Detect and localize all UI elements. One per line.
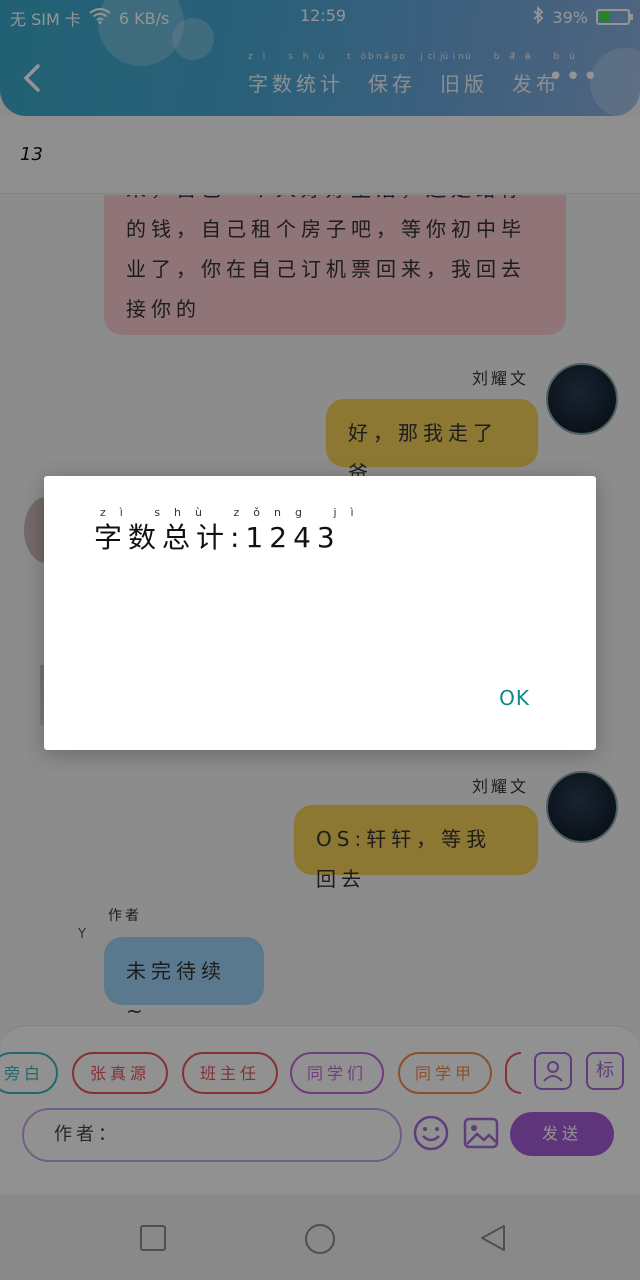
word-count-dialog: zì shù zǒng jì 字数总计:1243 OK — [44, 476, 596, 750]
word-count-result-pinyin: zì shù zǒng jì — [100, 506, 368, 519]
word-count-result-text: 字数总计:1243 — [94, 521, 341, 554]
word-count-result: zì shù zǒng jì 字数总计:1243 — [94, 506, 354, 556]
ok-button[interactable]: OK — [499, 686, 530, 710]
